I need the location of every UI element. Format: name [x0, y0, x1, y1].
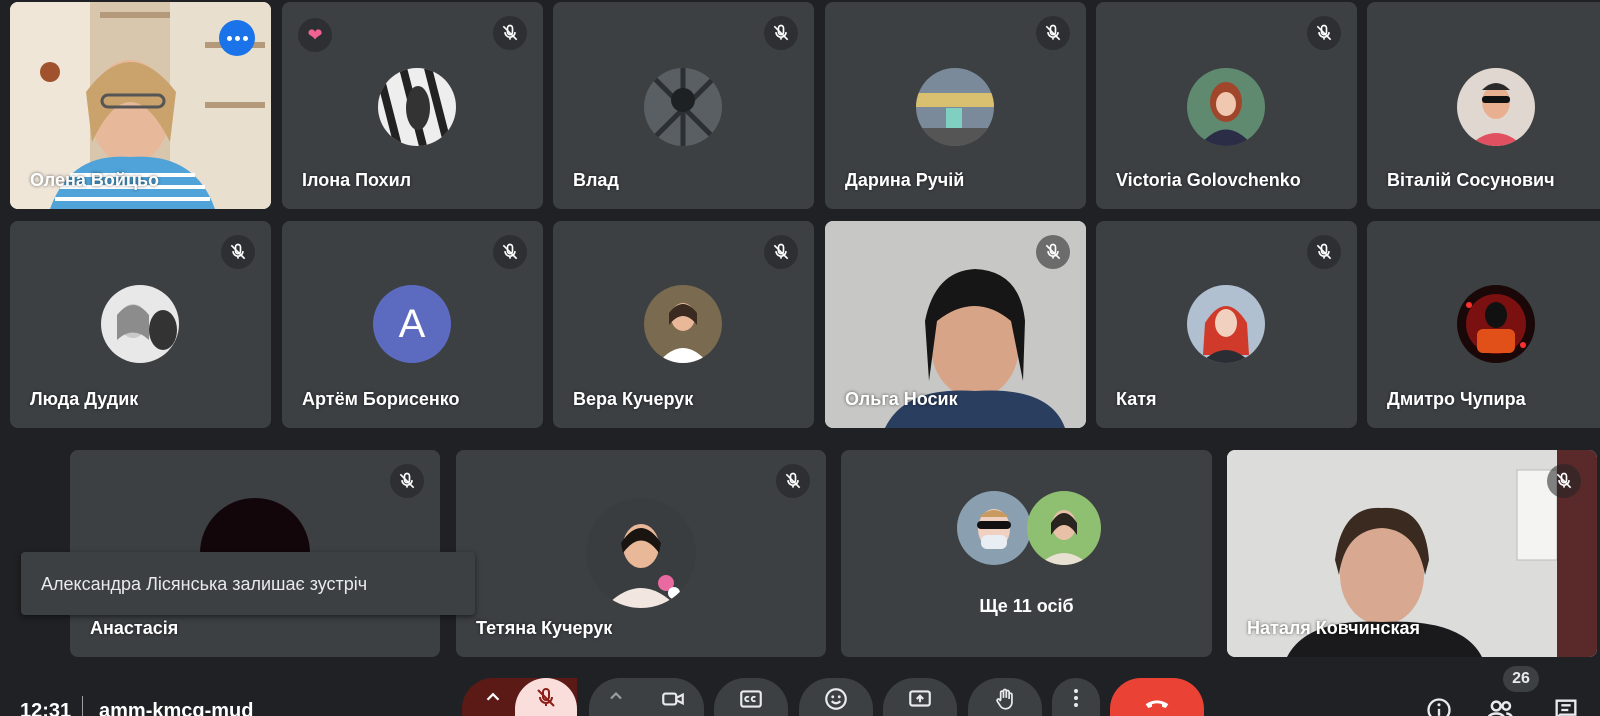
meeting-code: amm-kmcq-mud — [99, 700, 254, 716]
letter-avatar: A — [373, 285, 451, 363]
chat-icon[interactable] — [1552, 696, 1580, 716]
participant-tile[interactable]: Дмитро Чупира — [1367, 221, 1600, 428]
participant-name: Віталій Сосунович — [1387, 170, 1555, 190]
raise-hand-button[interactable] — [968, 678, 1042, 716]
participant-avatar — [916, 68, 994, 146]
participant-tile[interactable]: Victoria Golovchenko — [1096, 2, 1357, 209]
mic-off-icon — [537, 687, 555, 707]
participant-name: Тетяна Кучерук — [476, 618, 613, 638]
participant-avatar — [378, 68, 456, 146]
chevron-up-icon — [610, 692, 622, 700]
participant-avatar — [957, 491, 1031, 565]
participant-name: Наталя Ковчинская — [1247, 618, 1421, 638]
mic-off-icon — [390, 464, 424, 498]
emoji-icon — [825, 688, 847, 710]
mic-off-icon — [1307, 16, 1341, 50]
participant-tile[interactable]: Вера Кучерук — [553, 221, 814, 428]
participant-tile[interactable]: Влад — [553, 2, 814, 209]
participant-tile[interactable]: Дарина Ручій — [825, 2, 1086, 209]
mic-off-icon — [1036, 16, 1070, 50]
present-screen-button[interactable] — [883, 678, 957, 716]
participant-name: Victoria Golovchenko — [1116, 170, 1301, 190]
participant-avatar — [1457, 285, 1535, 363]
more-vert-icon — [1074, 689, 1078, 707]
divider — [82, 696, 83, 716]
participant-avatar — [644, 68, 722, 146]
present-screen-icon — [909, 690, 931, 707]
video-camera-icon — [662, 692, 684, 706]
people-icon[interactable] — [1485, 696, 1515, 716]
others-tile[interactable]: Ще 11 осіб — [841, 450, 1212, 657]
mic-off-icon — [1036, 235, 1070, 269]
participant-name: Вера Кучерук — [573, 389, 694, 409]
participant-tile[interactable]: ❤ Ілона Похил — [282, 2, 543, 209]
participant-avatar — [1457, 68, 1535, 146]
more-options-button[interactable] — [219, 20, 255, 56]
participant-tile[interactable]: Катя — [1096, 221, 1357, 428]
more-options-button[interactable] — [1052, 678, 1100, 716]
mic-off-icon — [764, 235, 798, 269]
participant-name: Дмитро Чупира — [1387, 389, 1526, 409]
reaction-heart-icon: ❤ — [298, 18, 332, 52]
mic-off-icon — [221, 235, 255, 269]
participant-name: Дарина Ручій — [845, 170, 965, 190]
mic-off-icon — [776, 464, 810, 498]
participant-name: Ольга Носик — [845, 389, 958, 409]
reactions-button[interactable] — [799, 678, 873, 716]
others-count-label: Ще 11 осіб — [979, 596, 1074, 616]
participant-avatar — [101, 285, 179, 363]
captions-button[interactable] — [714, 678, 788, 716]
participant-name: Ілона Похил — [302, 170, 412, 190]
participant-avatar — [1027, 491, 1101, 565]
closed-captions-icon — [740, 690, 762, 708]
participant-tile[interactable]: Люда Дудик — [10, 221, 271, 428]
participant-name: Олена Войцьо — [30, 170, 160, 190]
chevron-up-icon — [486, 692, 500, 701]
mic-off-icon — [764, 16, 798, 50]
participant-tile[interactable]: Наталя Ковчинская — [1227, 450, 1597, 657]
mic-off-icon — [493, 16, 527, 50]
meeting-info-icon[interactable] — [1425, 696, 1453, 716]
leave-call-button[interactable] — [1110, 678, 1204, 716]
participant-name: Влад — [573, 170, 619, 190]
participant-name: Катя — [1116, 389, 1157, 409]
participant-tile[interactable]: Віталій Сосунович — [1367, 2, 1600, 209]
participant-avatar — [1187, 68, 1265, 146]
participant-tile-self[interactable]: Олена Войцьо — [10, 2, 271, 209]
participant-avatar — [1187, 285, 1265, 363]
participant-tile[interactable]: Ольга Носик — [825, 221, 1086, 428]
participant-name: Люда Дудик — [30, 389, 139, 409]
mic-off-icon — [1307, 235, 1341, 269]
meeting-time: 12:31 — [20, 700, 72, 716]
participant-name: Анастасія — [90, 618, 179, 638]
hang-up-icon — [1145, 700, 1169, 708]
participant-count-badge: 26 — [1503, 666, 1539, 692]
participant-tile[interactable]: Тетяна Кучерук — [456, 450, 826, 657]
participant-avatar — [644, 285, 722, 363]
participant-tile[interactable]: A Артём Борисенко — [282, 221, 543, 428]
raise-hand-icon — [996, 688, 1013, 710]
mic-off-icon — [493, 235, 527, 269]
mic-off-icon — [1547, 464, 1581, 498]
participant-name: Артём Борисенко — [302, 389, 460, 409]
participant-avatar — [586, 498, 696, 608]
leave-notification-toast: Александра Лісянська залишає зустріч — [21, 552, 475, 615]
